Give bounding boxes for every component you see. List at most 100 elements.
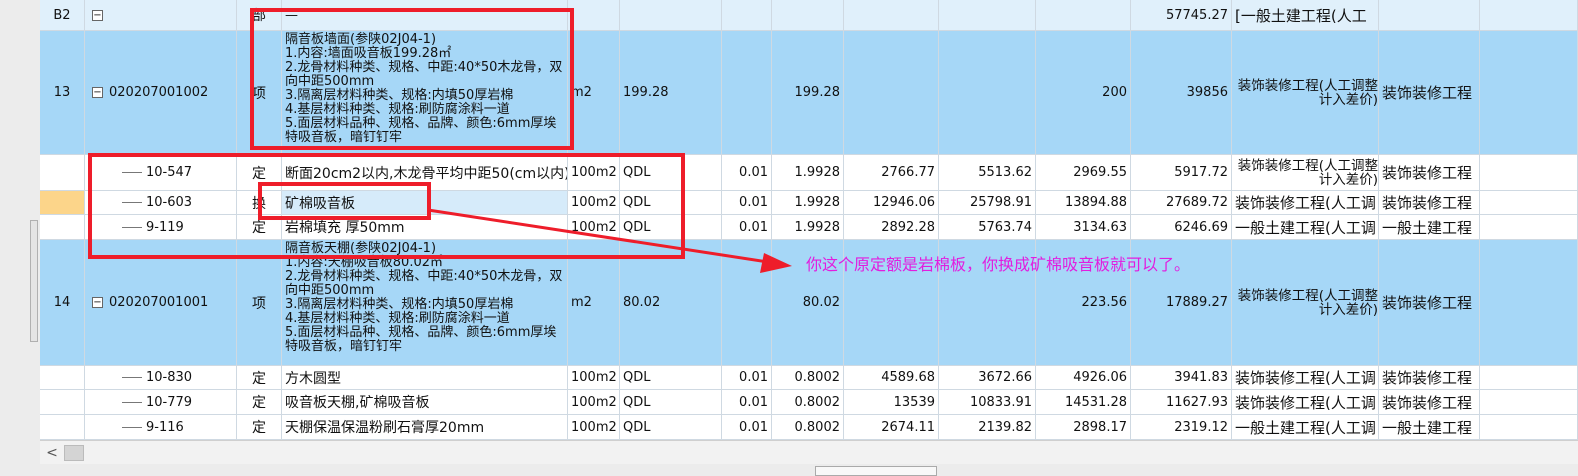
price3-cell: 14531.28: [1036, 390, 1131, 415]
price3-cell: [1036, 0, 1131, 31]
qty-cell: 199.28: [772, 31, 844, 155]
name-cell[interactable]: 断面20cm2以内,木龙骨平均中距50(cm以内): [282, 155, 568, 191]
row-number: [40, 366, 85, 390]
name-cell[interactable]: 天棚保温保温粉刷石膏厚20mm: [282, 415, 568, 440]
price2-cell: [939, 0, 1036, 31]
bill-grid: B2 − 部 — 57745.27 [一般土建工程(人工 13 −0202070…: [40, 0, 1578, 440]
horizontal-scrollbar[interactable]: <: [40, 440, 1578, 465]
tree-connector: [122, 226, 142, 228]
name-cell[interactable]: 方木圆型: [282, 366, 568, 390]
name-cell-editing[interactable]: 矿棉吸音板: [282, 191, 568, 215]
expr-cell[interactable]: QDL: [620, 215, 722, 240]
total-cell: 6246.69: [1131, 215, 1232, 240]
expr-cell[interactable]: QDL: [620, 155, 722, 191]
code-text: 10-779: [146, 394, 193, 410]
total-cell: 11627.93: [1131, 390, 1232, 415]
extra-cell: [1480, 0, 1578, 31]
name-cell[interactable]: 岩棉填充 厚50mm: [282, 215, 568, 240]
code-cell: 10-547: [85, 155, 237, 191]
profession-cell: 一般土建工程(人工调: [1232, 415, 1379, 440]
profession-cell: 装饰装修工程(人工调整计入差价): [1232, 155, 1379, 191]
qty-cell: 1.9928: [772, 155, 844, 191]
profession2-cell: 一般土建工程: [1379, 415, 1480, 440]
table-row-13[interactable]: 13 −020207001002 项 隔音板墙面(参陕02J04-1) 1.内容…: [40, 31, 1578, 155]
total-cell: 39856: [1131, 31, 1232, 155]
row-number: B2: [40, 0, 85, 31]
row-number: [40, 215, 85, 240]
price1-cell: 4589.68: [844, 366, 939, 390]
unit-cell: [568, 0, 620, 31]
tree-connector: [122, 401, 142, 403]
total-cell: 5917.72: [1131, 155, 1232, 191]
price2-cell: 2139.82: [939, 415, 1036, 440]
qty-cell: 1.9928: [772, 215, 844, 240]
total-cell: 27689.72: [1131, 191, 1232, 215]
left-panel-gutter: [0, 0, 41, 474]
expr-cell[interactable]: 80.02: [620, 240, 722, 366]
expr-cell[interactable]: QDL: [620, 366, 722, 390]
table-row-group-b2[interactable]: B2 − 部 — 57745.27 [一般土建工程(人工: [40, 0, 1578, 31]
price2-cell: [939, 31, 1036, 155]
qty-cell: 0.8002: [772, 366, 844, 390]
profession2-cell: 装饰装修工程: [1379, 390, 1480, 415]
code-text: 10-830: [146, 370, 193, 385]
table-row-10-779[interactable]: 10-779 定 吸音板天棚,矿棉吸音板 100m2 QDL 0.01 0.80…: [40, 390, 1578, 415]
expr-cell[interactable]: QDL: [620, 191, 722, 215]
qty-cell: [772, 0, 844, 31]
extra-cell: [1480, 240, 1578, 366]
row-number: 13: [40, 31, 85, 155]
profession-cell: 装饰装修工程(人工调: [1232, 366, 1379, 390]
collapse-icon[interactable]: −: [92, 87, 103, 98]
status-bar-control[interactable]: [815, 466, 937, 476]
profession-cell: 一般土建工程(人工调: [1232, 215, 1379, 240]
coef-cell: 0.01: [722, 390, 772, 415]
total-cell: 2319.12: [1131, 415, 1232, 440]
expr-cell[interactable]: QDL: [620, 390, 722, 415]
collapse-icon[interactable]: −: [92, 297, 103, 308]
scrollbar-thumb[interactable]: [64, 445, 84, 461]
profession2-cell: 装饰装修工程: [1379, 155, 1480, 191]
profession-cell: 装饰装修工程(人工调整计入差价): [1232, 240, 1379, 366]
table-row-10-603[interactable]: 10-603 换 矿棉吸音板 100m2 QDL 0.01 1.9928 129…: [40, 191, 1578, 215]
table-row-9-116[interactable]: 9-116 定 天棚保温保温粉刷石膏厚20mm 100m2 QDL 0.01 0…: [40, 415, 1578, 440]
type-cell: 定: [237, 390, 282, 415]
type-cell: 换: [237, 191, 282, 215]
profession-cell: 装饰装修工程(人工调: [1232, 390, 1379, 415]
type-cell: 部: [237, 0, 282, 31]
coef-cell: 0.01: [722, 155, 772, 191]
price2-cell: 25798.91: [939, 191, 1036, 215]
table-row-9-119[interactable]: 9-119 定 岩棉填充 厚50mm 100m2 QDL 0.01 1.9928…: [40, 215, 1578, 240]
coef-cell: [722, 0, 772, 31]
collapse-icon[interactable]: −: [92, 9, 103, 21]
expr-cell[interactable]: QDL: [620, 415, 722, 440]
row-number: 14: [40, 240, 85, 366]
profession-cell: 装饰装修工程(人工调整计入差价): [1232, 31, 1379, 155]
code-text: 10-603: [146, 195, 193, 210]
price3-cell: 200: [1036, 31, 1131, 155]
unit-cell: m2: [568, 240, 620, 366]
total-cell: 57745.27: [1131, 0, 1232, 31]
current-row-marker: [40, 191, 85, 215]
splitter-grip[interactable]: [30, 220, 38, 342]
coef-cell: 0.01: [722, 415, 772, 440]
price3-cell: 13894.88: [1036, 191, 1131, 215]
row-number: [40, 390, 85, 415]
code-cell: −: [85, 0, 237, 31]
expr-cell[interactable]: 199.28: [620, 31, 722, 155]
code-text: 020207001002: [109, 85, 209, 100]
name-cell[interactable]: 吸音板天棚,矿棉吸音板: [282, 390, 568, 415]
price2-cell: 10833.91: [939, 390, 1036, 415]
code-text: 020207001001: [109, 295, 209, 310]
name-cell[interactable]: 隔音板墙面(参陕02J04-1) 1.内容:墙面吸音板199.28㎡ 2.龙骨材…: [282, 31, 568, 155]
price2-cell: 5763.74: [939, 215, 1036, 240]
status-bar: [0, 464, 1578, 474]
coef-cell: 0.01: [722, 215, 772, 240]
type-cell: 定: [237, 415, 282, 440]
table-row-10-830[interactable]: 10-830 定 方木圆型 100m2 QDL 0.01 0.8002 4589…: [40, 366, 1578, 390]
profession2-cell: 装饰装修工程: [1379, 366, 1480, 390]
name-cell[interactable]: 隔音板天棚(参陕02J04-1) 1.内容:天棚吸音板80.02㎡ 2.龙骨材料…: [282, 240, 568, 366]
unit-cell: m2: [568, 31, 620, 155]
table-row-10-547[interactable]: 10-547 定 断面20cm2以内,木龙骨平均中距50(cm以内) 100m2…: [40, 155, 1578, 191]
unit-cell: 100m2: [568, 366, 620, 390]
scroll-left-icon[interactable]: <: [44, 445, 60, 461]
